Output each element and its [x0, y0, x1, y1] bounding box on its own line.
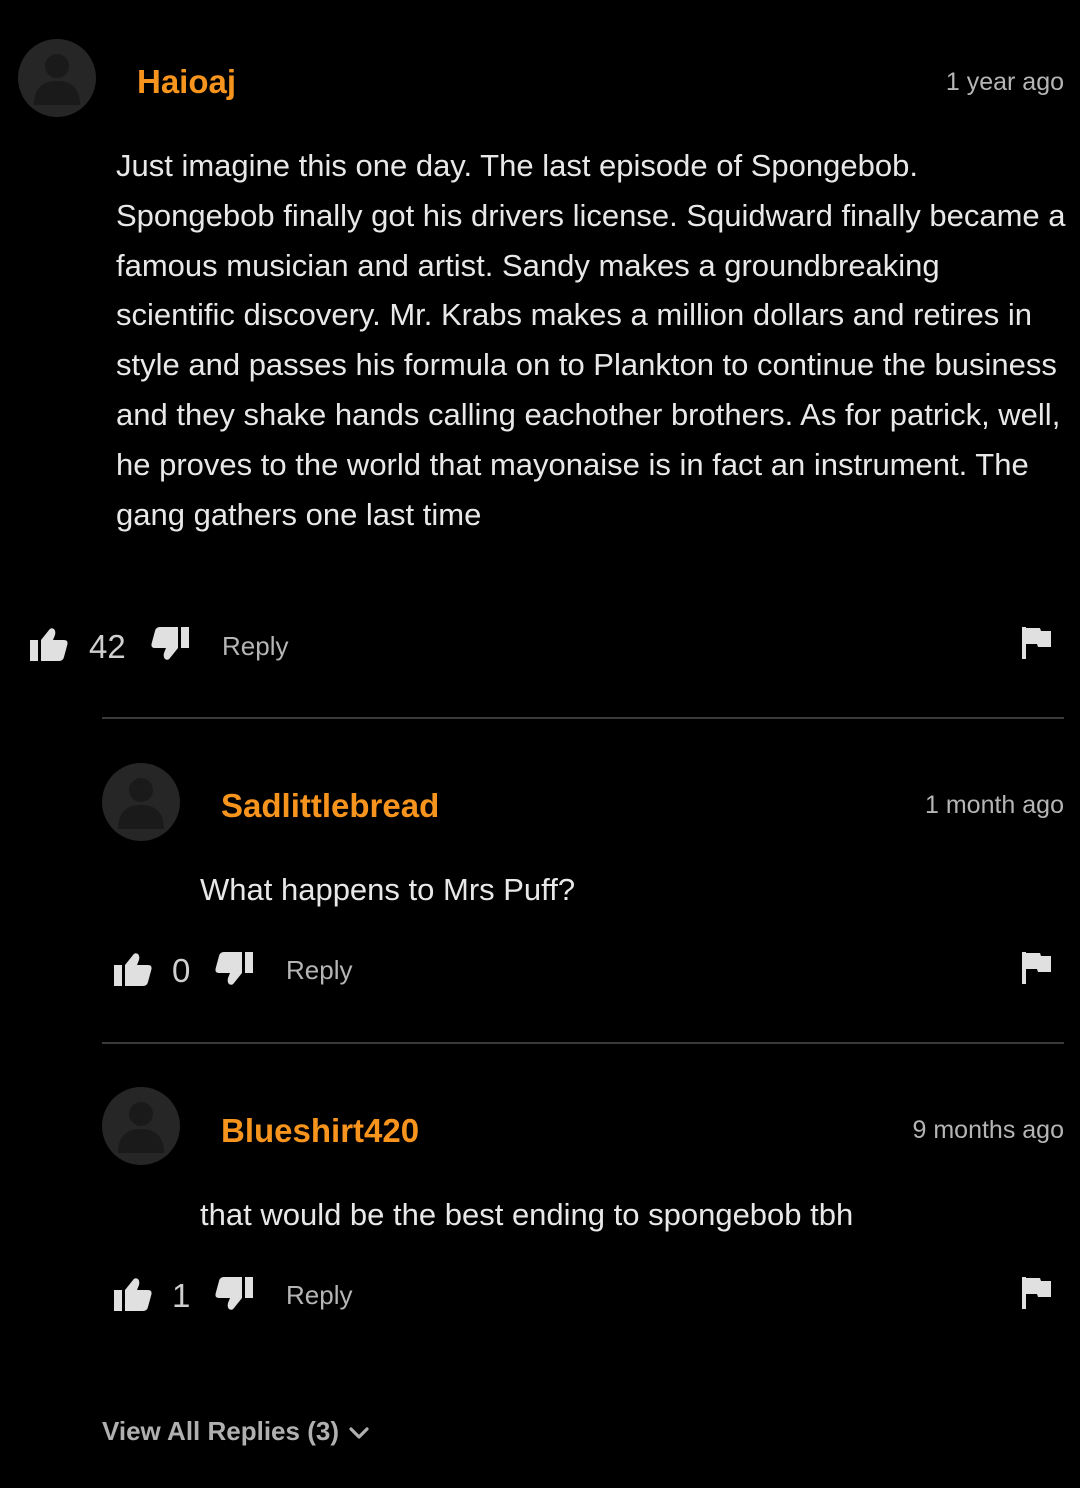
- reply-divider: [102, 717, 1064, 719]
- reply-avatar[interactable]: [102, 763, 180, 841]
- comment-username[interactable]: Haioaj: [137, 62, 236, 102]
- comment-avatar[interactable]: [18, 39, 96, 117]
- comment-timestamp: 1 year ago: [945, 68, 1064, 96]
- reply-like-count: 0: [172, 952, 191, 989]
- thumbs-up-icon[interactable]: [114, 952, 152, 986]
- reply-reply-button[interactable]: Reply: [286, 1279, 352, 1311]
- thumbs-up-icon[interactable]: [114, 1277, 152, 1311]
- thumbs-down-icon[interactable]: [215, 952, 253, 986]
- thumbs-down-icon[interactable]: [215, 1277, 253, 1311]
- reply-reply-button[interactable]: Reply: [286, 954, 352, 986]
- flag-icon[interactable]: [1022, 952, 1052, 984]
- reply-username[interactable]: Blueshirt420: [221, 1111, 419, 1151]
- flag-icon[interactable]: [1022, 627, 1052, 659]
- view-all-replies-label: View All Replies (3): [102, 1416, 339, 1446]
- comment-text: Just imagine this one day. The last epis…: [116, 148, 1066, 532]
- comment-like-count: 42: [89, 628, 126, 665]
- reply-like-count: 1: [172, 1277, 191, 1314]
- reply-username[interactable]: Sadlittlebread: [221, 786, 439, 826]
- reply-divider: [102, 1042, 1064, 1044]
- avatar-placeholder-icon: [118, 778, 164, 829]
- view-all-replies-button[interactable]: View All Replies (3): [102, 1414, 369, 1448]
- reply-text: What happens to Mrs Puff?: [200, 872, 576, 907]
- reply-timestamp: 1 month ago: [925, 791, 1064, 819]
- reply-timestamp: 9 months ago: [912, 1116, 1065, 1144]
- chevron-down-icon: [349, 1427, 369, 1439]
- avatar-placeholder-icon: [34, 54, 80, 105]
- thumbs-down-icon[interactable]: [151, 627, 189, 661]
- reply-avatar[interactable]: [102, 1087, 180, 1165]
- thumbs-up-icon[interactable]: [30, 627, 68, 661]
- comment-reply-button[interactable]: Reply: [222, 630, 288, 662]
- reply-text: that would be the best ending to spongeb…: [200, 1197, 854, 1232]
- flag-icon[interactable]: [1022, 1277, 1052, 1309]
- avatar-placeholder-icon: [118, 1102, 164, 1153]
